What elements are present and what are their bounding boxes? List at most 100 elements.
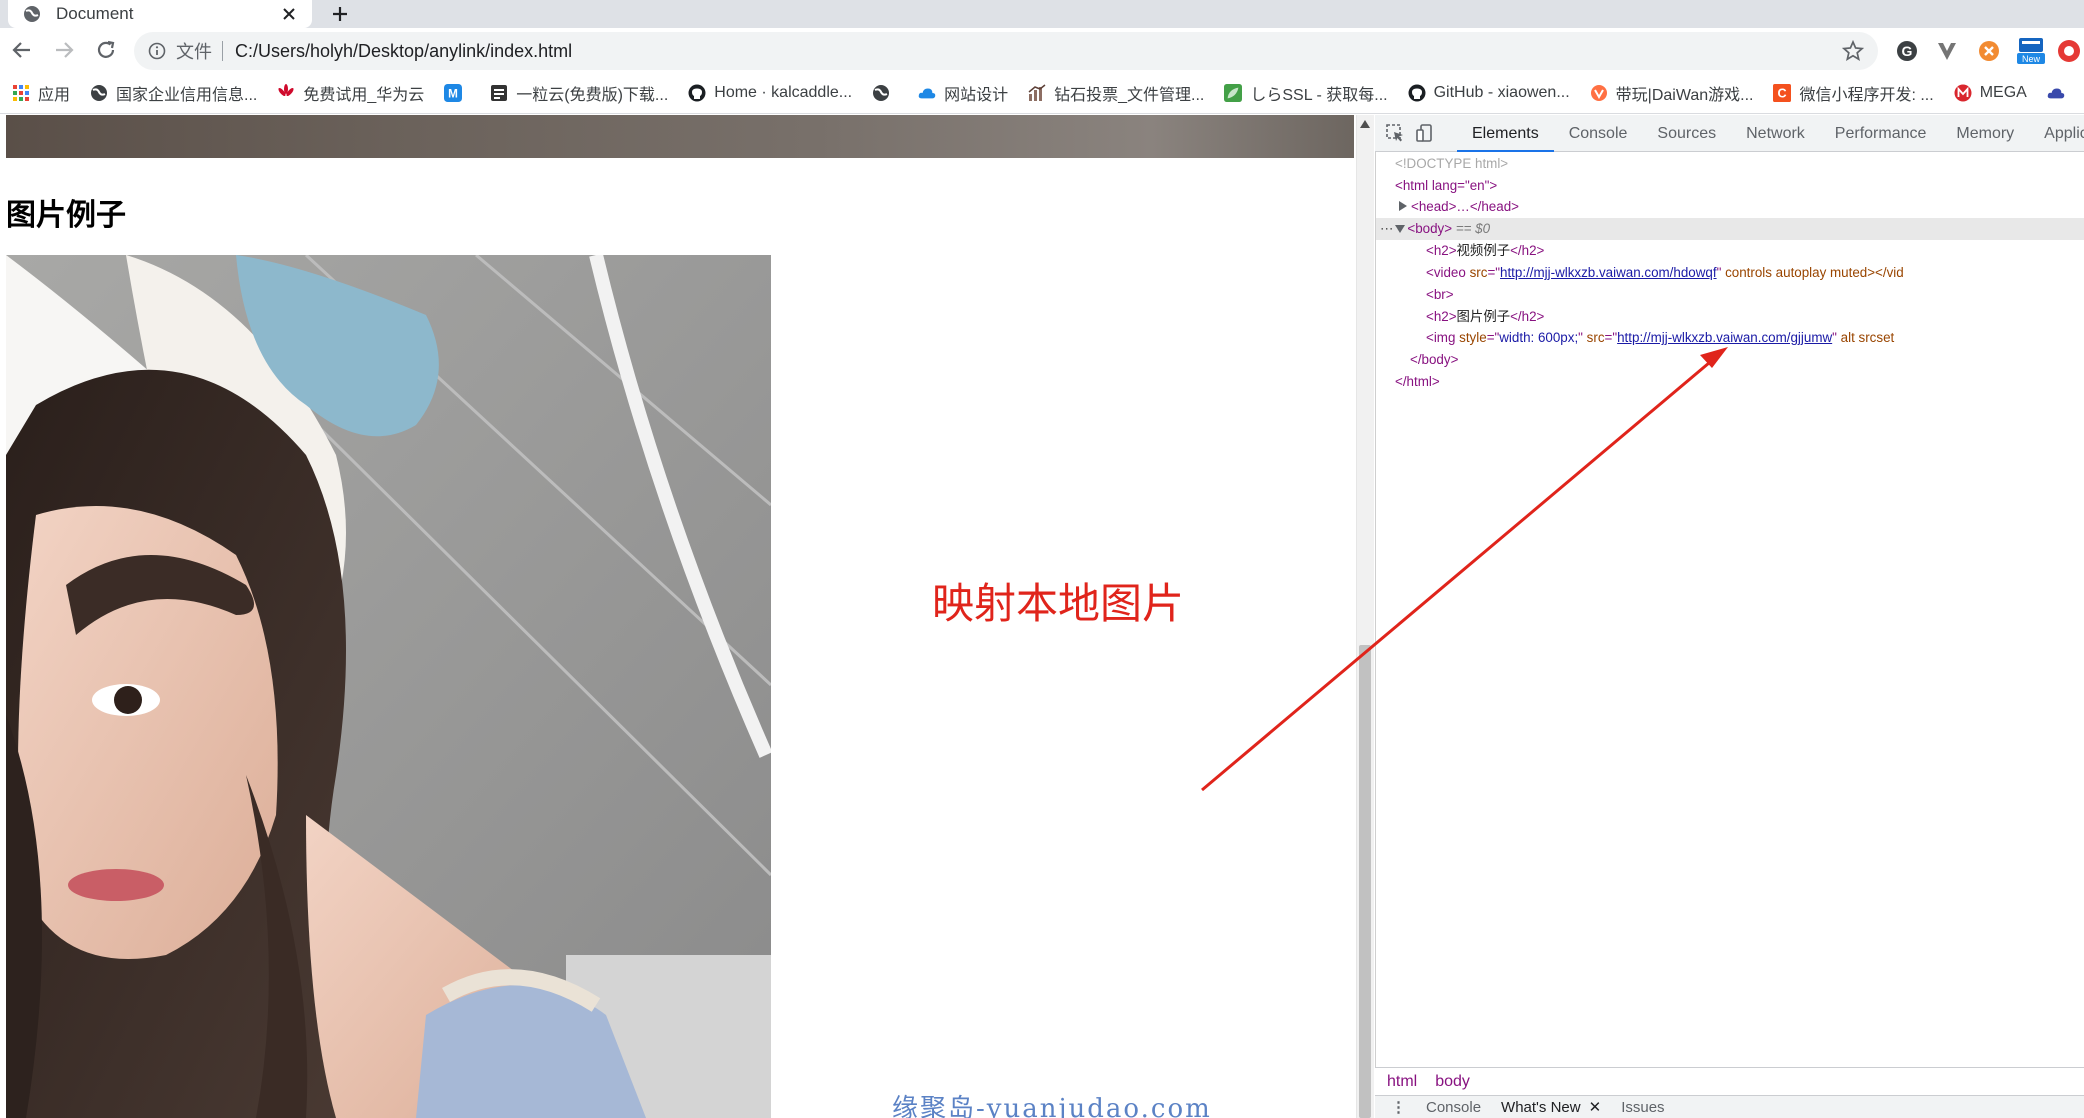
url-scheme-label: 文件 — [176, 42, 212, 62]
tab-console[interactable]: Console — [1554, 115, 1643, 152]
drawer-tab-console[interactable]: Console — [1426, 1099, 1481, 1116]
page-viewport: 图片例子 映射本地图片 缘聚岛-yuanjudao.com — [0, 115, 1356, 1118]
huawei-icon — [277, 83, 295, 102]
back-button[interactable] — [2, 30, 42, 70]
img-src-link[interactable]: http://mjj-wlkxzb.vaiwan.com/gjjumw — [1617, 330, 1832, 345]
address-bar[interactable]: 文件 C:/Users/holyh/Desktop/anylink/index.… — [134, 32, 1878, 70]
devtools-drawer-tabs: ⋮ Console What's New ✕ Issues — [1375, 1095, 2084, 1118]
bookmark-item[interactable] — [872, 84, 898, 102]
bookmark-item[interactable]: 带玩|DaiWan游戏... — [1590, 81, 1754, 105]
bookmark-item[interactable] — [2047, 84, 2073, 102]
bookmark-item[interactable]: しらSSL - 获取每... — [1224, 81, 1388, 105]
bookmark-label: 钻石投票_文件管理... — [1054, 86, 1205, 104]
bookmark-label: 免费试用_华为云 — [303, 86, 425, 104]
tab-elements[interactable]: Elements — [1457, 115, 1554, 152]
dom-doctype[interactable]: <!DOCTYPE html> — [1395, 153, 1508, 175]
video-src-link[interactable]: http://mjj-wlkxzb.vaiwan.com/hdowqf — [1500, 265, 1717, 280]
extension-red-icon[interactable] — [2054, 36, 2084, 66]
breadcrumb-body[interactable]: body — [1435, 1073, 1470, 1091]
bookmark-item[interactable]: 钻石投票_文件管理... — [1028, 81, 1204, 105]
collapse-triangle-icon[interactable] — [1395, 218, 1407, 240]
bookmark-label: MEGA — [1979, 83, 2027, 101]
dom-head[interactable]: <head>…</head> — [1399, 196, 1519, 218]
forward-button[interactable] — [44, 30, 84, 70]
tab-title: Document — [56, 4, 134, 23]
page-heading: 图片例子 — [6, 198, 126, 233]
extension-g-icon[interactable]: G — [1892, 36, 1922, 66]
new-tab-button[interactable] — [326, 0, 354, 28]
dom-h2-image[interactable]: <h2>图片例子</h2> — [1426, 306, 1544, 328]
extension-badge-text: New — [2022, 54, 2041, 64]
tab-sources[interactable]: Sources — [1642, 115, 1731, 152]
c-logo-icon: C — [1773, 83, 1792, 102]
annotation-text: 映射本地图片 — [932, 579, 1185, 628]
bookmark-item[interactable]: M — [444, 83, 470, 102]
bookmark-item[interactable]: GitHub - xiaowen... — [1408, 84, 1570, 102]
video-player[interactable] — [6, 115, 1354, 158]
watermark-text: 缘聚岛-yuanjudao.com — [892, 1094, 1212, 1118]
extension-new-icon[interactable]: New — [2014, 36, 2048, 66]
portrait-photo — [6, 255, 771, 1118]
tab-memory[interactable]: Memory — [1941, 115, 2029, 152]
bookmark-item[interactable]: 一粒云(免费版)下载... — [490, 81, 668, 105]
bookmark-item[interactable]: 应用 — [12, 81, 70, 105]
drawer-tab-whats-new[interactable]: What's New — [1501, 1099, 1581, 1116]
bookmark-label: 国家企业信用信息... — [116, 86, 258, 104]
bookmark-star-icon[interactable] — [1838, 36, 1868, 66]
bookmarks-bar: 应用 国家企业信用信息... 免费试用_华为云 M 一粒云(免费版)下载... … — [0, 72, 2084, 114]
bookmark-label: GitHub - xiaowen... — [1433, 83, 1570, 101]
close-drawer-tab-icon[interactable]: ✕ — [1589, 1098, 1602, 1116]
page-scrollbar-thumb[interactable] — [1359, 645, 1371, 1118]
bookmark-item[interactable]: 免费试用_华为云 — [277, 81, 424, 105]
breadcrumb-html[interactable]: html — [1387, 1073, 1417, 1091]
bookmark-label: 一粒云(免费版)下载... — [516, 86, 669, 104]
device-toggle-icon[interactable] — [1415, 120, 1435, 146]
dom-h2-video[interactable]: <h2>视频例子</h2> — [1426, 240, 1544, 262]
dom-body-open[interactable]: ⋯ <body> == $0 — [1380, 218, 1490, 240]
expand-triangle-icon[interactable] — [1399, 196, 1411, 218]
svg-text:C: C — [1778, 86, 1787, 100]
bookmark-label: しらSSL - 获取每... — [1250, 86, 1388, 104]
chart-icon — [1028, 83, 1046, 102]
devtools-breadcrumb-bar: html body — [1375, 1067, 2084, 1095]
bookmark-item[interactable]: Home · kalcaddle... — [688, 84, 852, 102]
url-text: C:/Users/holyh/Desktop/anylink/index.htm… — [235, 40, 573, 61]
bookmark-label: 微信小程序开发: ... — [1799, 86, 1934, 104]
globe-icon — [90, 84, 108, 102]
dom-html-open[interactable]: <html lang="en"> — [1395, 175, 1497, 197]
dom-img[interactable]: <img style="width: 600px;" src="http://m… — [1426, 327, 1894, 349]
dom-video[interactable]: <video src="http://mjj-wlkxzb.vaiwan.com… — [1426, 262, 1904, 284]
cloud-icon — [918, 84, 936, 102]
drawer-menu-icon[interactable]: ⋮ — [1391, 1098, 1406, 1116]
tab-performance[interactable]: Performance — [1820, 115, 1942, 152]
tab-network[interactable]: Network — [1731, 115, 1820, 152]
inspect-element-icon[interactable] — [1385, 120, 1405, 146]
info-icon[interactable] — [146, 40, 168, 62]
scroll-up-arrow-icon[interactable] — [1356, 115, 1374, 133]
dom-body-close[interactable]: </body> — [1410, 349, 1458, 371]
extension-v-icon[interactable] — [1932, 36, 1962, 66]
drawer-tab-issues[interactable]: Issues — [1621, 1099, 1664, 1116]
dom-br[interactable]: <br> — [1426, 284, 1454, 306]
bookmark-label: 带玩|DaiWan游戏... — [1615, 86, 1754, 104]
github-icon — [688, 84, 706, 102]
devtools-tab-bar: Elements Console Sources Network Perform… — [1375, 115, 2084, 152]
url-divider — [222, 41, 223, 61]
bookmark-label: 应用 — [38, 86, 71, 104]
leaf-icon — [1224, 83, 1243, 102]
reload-button[interactable] — [86, 30, 126, 70]
github-icon — [1408, 84, 1426, 102]
cloud-icon — [2047, 84, 2065, 102]
bookmark-item[interactable]: C 微信小程序开发: ... — [1773, 81, 1934, 105]
bookmark-item[interactable]: MEGA — [1954, 84, 2027, 102]
close-tab-icon[interactable] — [278, 3, 300, 25]
more-dots-icon[interactable]: ⋯ — [1380, 221, 1393, 236]
dom-html-close[interactable]: </html> — [1395, 371, 1440, 393]
tab-document[interactable]: Document — [8, 0, 312, 28]
bookmark-item[interactable]: 网站设计 — [918, 81, 1008, 105]
extension-orange-icon[interactable] — [1974, 36, 2004, 66]
doc-icon — [490, 84, 508, 102]
bookmark-item[interactable]: 国家企业信用信息... — [90, 81, 257, 105]
tab-application[interactable]: Applicati — [2029, 115, 2084, 152]
bookmark-label: 网站设计 — [944, 86, 1009, 104]
